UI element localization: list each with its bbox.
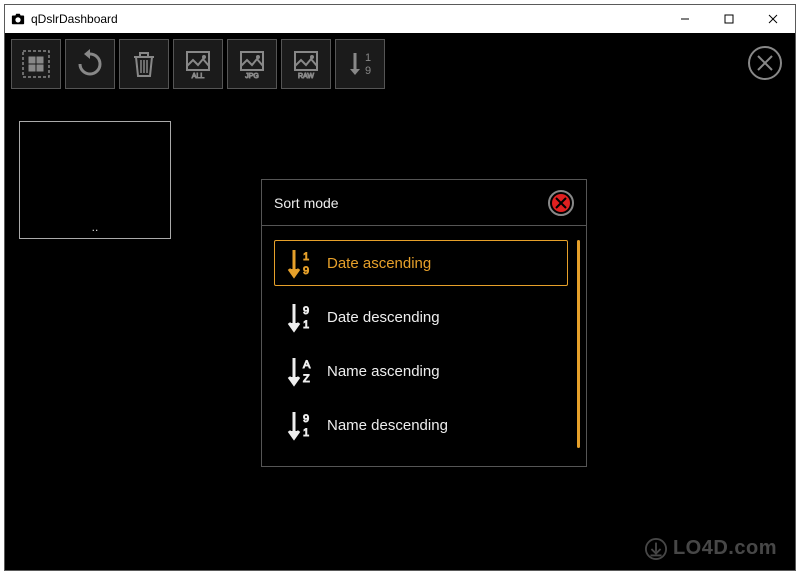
exit-view-button[interactable] bbox=[747, 45, 783, 81]
maximize-button[interactable] bbox=[707, 5, 751, 33]
minimize-button[interactable] bbox=[663, 5, 707, 33]
svg-text:9: 9 bbox=[365, 65, 371, 77]
sort-option-date-asc[interactable]: 1 9 Date ascending bbox=[274, 240, 568, 286]
svg-text:RAW: RAW bbox=[298, 73, 314, 80]
toolbar: ALL JPG RAW bbox=[11, 39, 385, 89]
dialog-body: 1 9 Date ascending 9 1 Date descending bbox=[262, 226, 586, 466]
filter-jpg-button[interactable]: JPG bbox=[227, 39, 277, 89]
svg-text:1: 1 bbox=[303, 319, 309, 331]
svg-text:1: 1 bbox=[303, 427, 309, 439]
dialog-header: Sort mode bbox=[262, 180, 586, 226]
watermark-text: LO4D.com bbox=[673, 537, 777, 560]
svg-text:1: 1 bbox=[365, 52, 371, 64]
filter-all-button[interactable]: ALL bbox=[173, 39, 223, 89]
sort-option-name-asc[interactable]: A Z Name ascending bbox=[274, 348, 568, 394]
titlebar: qDslrDashboard bbox=[5, 5, 795, 33]
sort-desc-91-icon: 9 1 bbox=[285, 301, 315, 333]
sort-asc-19-icon: 1 9 bbox=[285, 247, 315, 279]
sort-option-name-desc[interactable]: 9 1 Name descending bbox=[274, 402, 568, 448]
rotate-button[interactable] bbox=[65, 39, 115, 89]
svg-text:1: 1 bbox=[303, 251, 309, 263]
sort-option-label: Date ascending bbox=[327, 255, 431, 272]
svg-text:9: 9 bbox=[303, 413, 309, 425]
app-window: qDslrDashboard bbox=[4, 4, 796, 571]
dialog-title: Sort mode bbox=[274, 195, 339, 211]
title-left: qDslrDashboard bbox=[11, 12, 118, 26]
client-area: ALL JPG RAW bbox=[5, 33, 795, 570]
svg-text:9: 9 bbox=[303, 305, 309, 317]
svg-text:JPG: JPG bbox=[245, 73, 259, 80]
sort-asc-az-icon: A Z bbox=[285, 355, 315, 387]
svg-text:A: A bbox=[303, 359, 311, 371]
window-controls bbox=[663, 5, 795, 33]
download-icon bbox=[645, 538, 667, 560]
select-all-button[interactable] bbox=[11, 39, 61, 89]
watermark: LO4D.com bbox=[645, 537, 777, 560]
sort-mode-dialog: Sort mode 1 9 bbox=[261, 179, 587, 467]
sort-button[interactable]: 1 9 bbox=[335, 39, 385, 89]
svg-text:Z: Z bbox=[303, 373, 310, 385]
sort-option-label: Name ascending bbox=[327, 363, 440, 380]
delete-button[interactable] bbox=[119, 39, 169, 89]
close-button[interactable] bbox=[751, 5, 795, 33]
sort-option-label: Name descending bbox=[327, 417, 448, 434]
sort-option-date-desc[interactable]: 9 1 Date descending bbox=[274, 294, 568, 340]
window-title: qDslrDashboard bbox=[31, 12, 118, 26]
sort-options-list: 1 9 Date ascending 9 1 Date descending bbox=[274, 240, 568, 448]
filter-raw-button[interactable]: RAW bbox=[281, 39, 331, 89]
camera-icon bbox=[11, 12, 25, 26]
svg-text:9: 9 bbox=[303, 265, 309, 277]
dialog-close-button[interactable] bbox=[548, 190, 574, 216]
thumbnail-folder[interactable]: .. bbox=[19, 121, 171, 239]
scrollbar[interactable] bbox=[577, 240, 580, 448]
sort-option-label: Date descending bbox=[327, 309, 440, 326]
thumbnail-caption: .. bbox=[92, 220, 99, 234]
svg-text:ALL: ALL bbox=[192, 73, 205, 80]
sort-desc-91-icon: 9 1 bbox=[285, 409, 315, 441]
